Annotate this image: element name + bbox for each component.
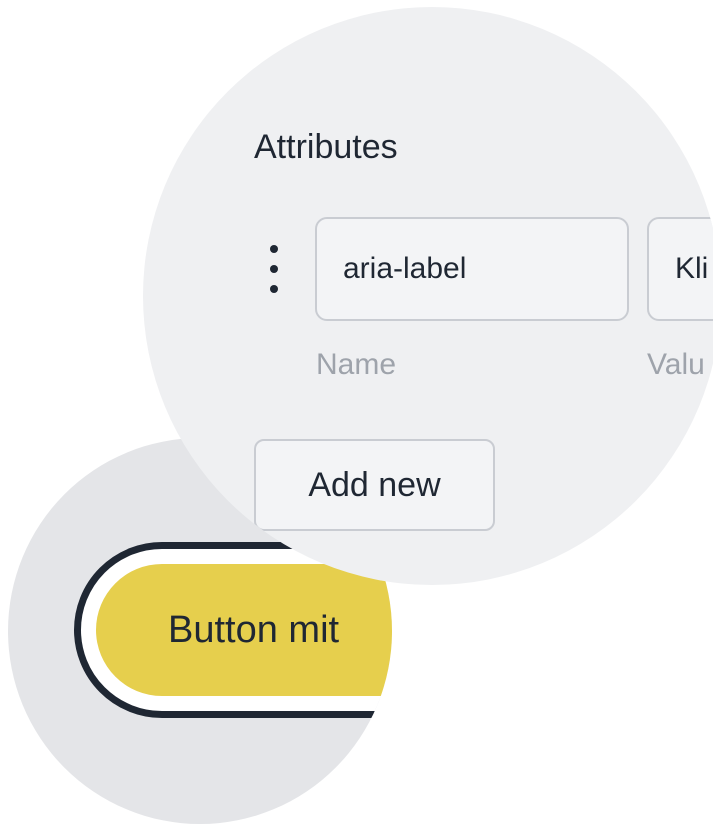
attribute-name-value: aria-label (343, 252, 467, 285)
attributes-magnifier: Attributes aria-label Kli Name Valu Add … (143, 7, 713, 585)
attribute-value-caption: Valu (647, 348, 705, 381)
zoom-illustration: Button mit Attributes aria-label Kli Nam… (0, 0, 713, 825)
attribute-value-value: Kli (675, 252, 709, 285)
vertical-ellipsis-icon[interactable] (267, 245, 281, 293)
attribute-value-input[interactable]: Kli (647, 217, 713, 321)
attribute-name-input[interactable]: aria-label (315, 217, 629, 321)
preview-button-label: Button mit (168, 608, 340, 651)
attributes-heading: Attributes (254, 128, 398, 166)
add-new-button[interactable]: Add new (254, 439, 495, 531)
attribute-name-caption: Name (316, 348, 397, 381)
preview-button[interactable]: Button mit (96, 564, 392, 696)
